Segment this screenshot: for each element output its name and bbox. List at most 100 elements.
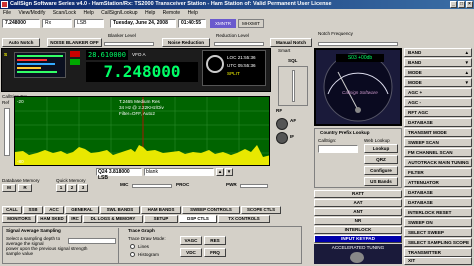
- aat-button[interactable]: AAT: [314, 199, 402, 207]
- if-knob[interactable]: [276, 132, 288, 144]
- agc-plus-button[interactable]: AGC +: [404, 88, 472, 97]
- res-button[interactable]: RES: [204, 236, 226, 245]
- quick-memory-2-button[interactable]: 2: [67, 184, 77, 192]
- menu-help-2[interactable]: Help: [145, 10, 155, 16]
- menu-remote[interactable]: Remote: [163, 10, 181, 16]
- auto-notch-button[interactable]: Auto Notch: [2, 38, 40, 47]
- tab-dl-logs-memory[interactable]: DL LOGS & MEMORY: [83, 215, 143, 223]
- tab-tx-controls[interactable]: TX CONTROLS: [218, 215, 270, 223]
- db-memory-2-button[interactable]: R: [18, 184, 32, 192]
- callsign-input[interactable]: [318, 145, 358, 153]
- memory-down-button[interactable]: ▼: [225, 168, 233, 176]
- af-knob[interactable]: [276, 118, 288, 130]
- agc-minus-button[interactable]: AGC -: [404, 98, 472, 107]
- split-indicator: SPLIT: [227, 71, 240, 76]
- mode-up-button[interactable]: MODE ▲: [404, 68, 472, 77]
- band-up-button[interactable]: BAND ▲: [404, 48, 472, 57]
- db-memory-1-button[interactable]: M: [2, 184, 16, 192]
- menu-view-modify[interactable]: View/Modify: [18, 10, 45, 16]
- fm-channel-scan-button[interactable]: FM CHANNEL SCAN: [404, 148, 472, 157]
- menu-file[interactable]: File: [3, 10, 11, 16]
- configure-button[interactable]: Configure: [364, 166, 398, 175]
- minimize-button[interactable]: _: [450, 1, 457, 8]
- trace-draw-mode-label: Trace Draw Mode:: [128, 236, 166, 241]
- band-down-button[interactable]: BAND ▼: [404, 58, 472, 67]
- tab-general[interactable]: GENERAL: [65, 206, 99, 214]
- sweep-on-button[interactable]: SWEEP ON: [404, 218, 472, 227]
- database-button[interactable]: DATABASE: [404, 118, 472, 127]
- menu-help-3[interactable]: Help: [188, 10, 198, 16]
- menu-scan-lock[interactable]: Scan/Lock: [53, 10, 76, 16]
- lookup-button[interactable]: Lookup: [364, 144, 398, 153]
- vdc-button[interactable]: VDC: [180, 248, 202, 257]
- tab-ham-bands[interactable]: HAM BANDS: [141, 206, 181, 214]
- autotrack-main-tuning-button[interactable]: AUTOTRACK MAIN TUNING: [404, 158, 472, 167]
- maximize-button[interactable]: □: [458, 1, 465, 8]
- band-select[interactable]: Rx: [42, 19, 72, 28]
- filter-button[interactable]: FILTER: [404, 168, 472, 177]
- tuning-knob[interactable]: [350, 252, 364, 263]
- tab-ssb[interactable]: SSB: [23, 206, 43, 214]
- vagc-button[interactable]: VAGC: [180, 236, 202, 245]
- interlock-button[interactable]: INTERLOCK: [314, 226, 402, 234]
- histogram-radio[interactable]: [130, 252, 135, 257]
- noise-blanker-button[interactable]: NOISE BLANKER OFF: [47, 38, 102, 47]
- mode-down-button[interactable]: MODE ▼: [404, 78, 472, 87]
- tab-sweep-controls[interactable]: SWEEP CONTROLS: [182, 206, 240, 214]
- menu-callsign-lookup[interactable]: CallSign/Lookup: [101, 10, 137, 16]
- tab-irc[interactable]: IRC: [68, 215, 82, 223]
- qrz-button[interactable]: QRZ: [364, 155, 398, 164]
- window-title: CallSign Software Series v4.0 - HamStati…: [10, 1, 332, 7]
- tab-call[interactable]: CALL: [2, 206, 22, 214]
- window-title-bar: CallSign Software Series v4.0 - HamStati…: [0, 0, 474, 9]
- transmit-mode-button[interactable]: TRANSMIT MODE: [404, 128, 472, 137]
- mic-slider[interactable]: [132, 184, 172, 188]
- pwr-slider[interactable]: [240, 184, 268, 188]
- notch-frequency-slider[interactable]: [318, 42, 398, 46]
- tab-monitors[interactable]: MONITORS: [2, 215, 36, 223]
- ratt-button[interactable]: RATT: [314, 190, 402, 198]
- us-bands-button[interactable]: US Bands: [364, 177, 398, 186]
- ref-slider[interactable]: [4, 108, 10, 156]
- quick-memory-1-button[interactable]: 1: [56, 184, 66, 192]
- nr-button[interactable]: NR: [314, 217, 402, 225]
- sampling-depth-slider[interactable]: [68, 238, 116, 244]
- close-button[interactable]: ×: [466, 1, 473, 8]
- manual-notch-button[interactable]: Manual Notch: [270, 38, 312, 47]
- database-2-button[interactable]: DATABASE: [404, 188, 472, 197]
- database-3-button[interactable]: DATABASE: [404, 198, 472, 207]
- time-display: 01:40:55: [178, 19, 206, 28]
- attenuator-button[interactable]: ATTENUATOR: [404, 178, 472, 187]
- xit-button[interactable]: XIT: [404, 257, 472, 265]
- interlock-reset-button[interactable]: INTERLOCK RESET: [404, 208, 472, 217]
- frq-button[interactable]: FRQ: [204, 248, 226, 257]
- ant-button[interactable]: ANT: [314, 208, 402, 216]
- tab-setup[interactable]: SETUP: [144, 215, 178, 223]
- noise-reduction-button[interactable]: Noise Reduction: [162, 38, 210, 47]
- menu-help[interactable]: Help: [83, 10, 93, 16]
- sql-slider[interactable]: [292, 70, 295, 102]
- lines-radio[interactable]: [130, 244, 135, 249]
- blanker-level-slider[interactable]: [104, 42, 154, 46]
- memory-channel-field[interactable]: Q24 3.818000 LSB: [96, 168, 142, 181]
- rft-agc-button[interactable]: RFT AGC: [404, 108, 472, 117]
- transmitter-button[interactable]: TRANSMITTER: [404, 248, 472, 257]
- tab-dsp-ctls[interactable]: DSP CTLS: [179, 215, 217, 223]
- band-down-label: BAND: [408, 60, 422, 65]
- memory-up-button[interactable]: ▲: [216, 168, 224, 176]
- mode-select[interactable]: LSB: [74, 19, 104, 28]
- quick-memory-3-button[interactable]: 3: [78, 184, 88, 192]
- reduction-level-slider[interactable]: [214, 42, 264, 46]
- frequency-field[interactable]: 7.248000: [2, 19, 40, 28]
- main-frequency-display: 7.248000: [86, 62, 198, 82]
- tab-acc[interactable]: ACC: [44, 206, 64, 214]
- utc-time: UTC 05:55:36: [227, 63, 256, 68]
- tab-scope-ctls[interactable]: SCOPE CTLS: [241, 206, 281, 214]
- tab-ham-sked[interactable]: HAM SKED: [37, 215, 67, 223]
- input-keypad-button[interactable]: INPUT KEYPAD: [314, 235, 402, 243]
- tab-swl-bands[interactable]: SWL BANDS: [100, 206, 140, 214]
- memory-name-field[interactable]: blank: [144, 168, 214, 176]
- select-sampling-scope-button[interactable]: SELECT SAMPLING SCOPE: [404, 238, 472, 247]
- sweep-scan-button[interactable]: SWEEP SCAN: [404, 138, 472, 147]
- select-sweep-button[interactable]: SELECT SWEEP: [404, 228, 472, 237]
